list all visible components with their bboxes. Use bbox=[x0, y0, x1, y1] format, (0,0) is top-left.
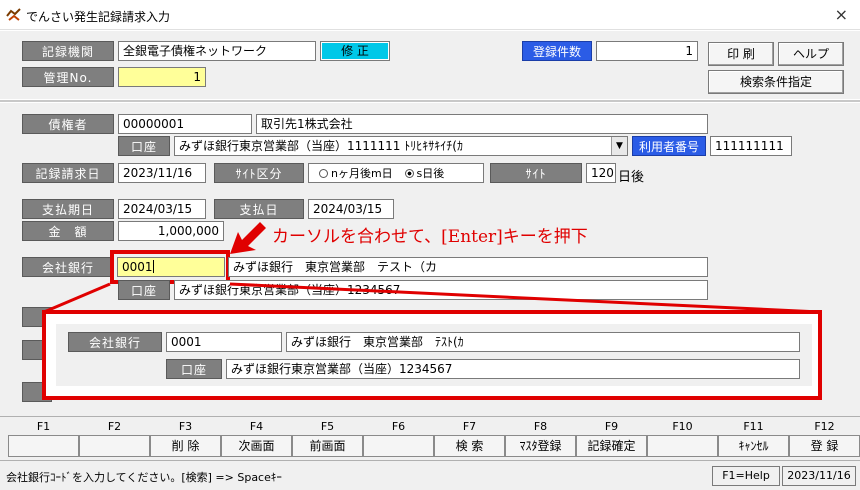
fkey-label-f3: F3 bbox=[178, 420, 193, 433]
fkey-label-f2: F2 bbox=[107, 420, 122, 433]
status-date: 2023/11/16 bbox=[782, 466, 856, 486]
fkey-label-f9: F9 bbox=[604, 420, 619, 433]
master-register-button[interactable]: ﾏｽﾀ登録 bbox=[505, 435, 576, 457]
f1-button[interactable] bbox=[8, 435, 79, 457]
record-confirm-button[interactable]: 記録確定 bbox=[576, 435, 647, 457]
register-button[interactable]: 登 録 bbox=[789, 435, 860, 457]
zoom-bank-name-field: みずほ銀行 東京営業部 ﾃｽﾄ(ｶ bbox=[286, 332, 800, 352]
fkey-label-f4: F4 bbox=[249, 420, 264, 433]
status-bar: 会社銀行ｺｰﾄﾞを入力してください。[検索] => Spaceｷｰ F1=Hel… bbox=[0, 460, 860, 490]
next-screen-button[interactable]: 次画面 bbox=[221, 435, 292, 457]
zoom-account-field: みずほ銀行東京営業部（当座）1234567 bbox=[226, 359, 800, 379]
fkey-label-f8: F8 bbox=[533, 420, 548, 433]
fkey-label-f12: F12 bbox=[814, 420, 835, 433]
f10-button[interactable] bbox=[647, 435, 718, 457]
status-message: 会社銀行ｺｰﾄﾞを入力してください。[検索] => Spaceｷｰ bbox=[6, 471, 282, 484]
f2-button[interactable] bbox=[79, 435, 150, 457]
prev-screen-button[interactable]: 前画面 bbox=[292, 435, 363, 457]
zoom-bank-code-field: 0001 bbox=[166, 332, 282, 352]
status-help: F1=Help bbox=[712, 466, 780, 486]
fkey-label-f1: F1 bbox=[36, 420, 51, 433]
zoom-account-label: 口座 bbox=[166, 359, 222, 379]
zoom-bank-label: 会社銀行 bbox=[68, 332, 162, 352]
f6-button[interactable] bbox=[363, 435, 434, 457]
fkey-label-f7: F7 bbox=[462, 420, 477, 433]
fkey-label-f10: F10 bbox=[672, 420, 693, 433]
delete-button[interactable]: 削 除 bbox=[150, 435, 221, 457]
fkey-label-f6: F6 bbox=[391, 420, 406, 433]
cancel-button[interactable]: ｷｬﾝｾﾙ bbox=[718, 435, 789, 457]
fkey-label-f5: F5 bbox=[320, 420, 335, 433]
fkey-label-f11: F11 bbox=[743, 420, 764, 433]
search-button[interactable]: 検 索 bbox=[434, 435, 505, 457]
